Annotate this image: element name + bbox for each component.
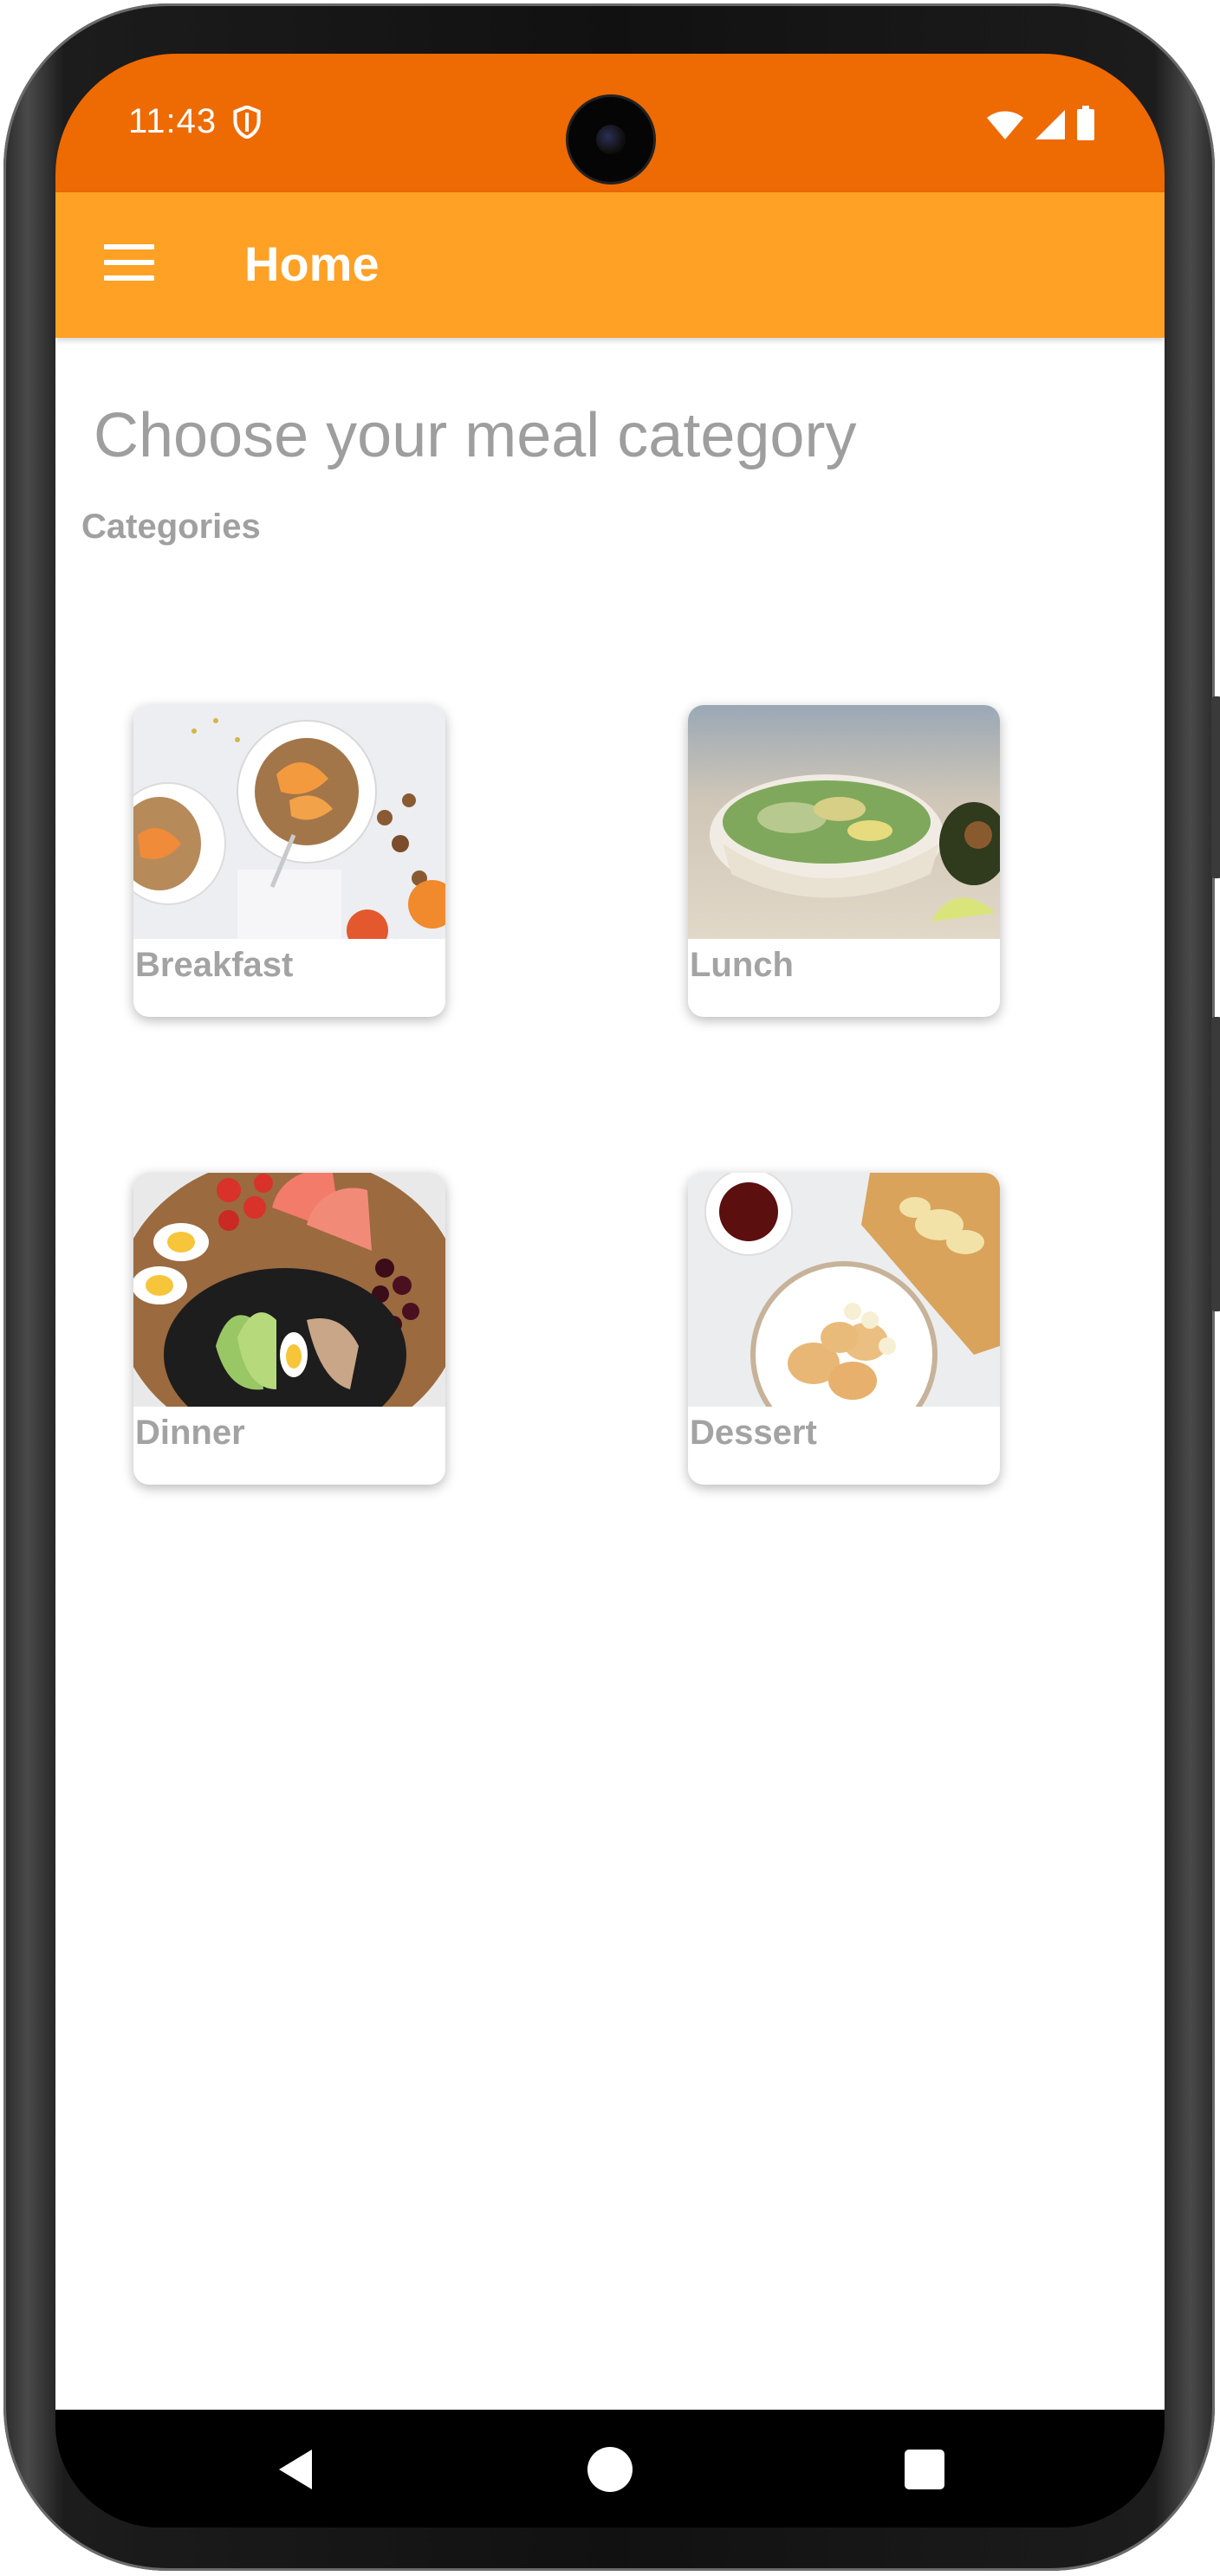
category-label: Dinner	[135, 1414, 245, 1452]
breakfast-bowls-photo	[133, 705, 445, 939]
pancakes-banana-photo	[688, 1173, 1000, 1407]
main-content: Choose your meal category Categories Bre…	[55, 338, 1165, 2527]
category-card-breakfast[interactable]: Breakfast	[133, 705, 445, 1017]
front-camera	[568, 97, 653, 182]
phone-body: 11:43 Home Choose your meal category Cat…	[3, 3, 1220, 2571]
category-label: Dessert	[690, 1414, 817, 1452]
volume-button	[1211, 1017, 1220, 1311]
category-label: Lunch	[690, 946, 794, 984]
category-card-lunch[interactable]: Lunch	[688, 705, 1000, 1017]
page-title: Choose your meal category	[94, 401, 857, 470]
app-bar: Home	[55, 192, 1165, 338]
dinner-platter-photo	[133, 1173, 445, 1407]
category-card-dinner[interactable]: Dinner	[133, 1173, 445, 1485]
category-label: Breakfast	[135, 946, 294, 984]
status-icons	[986, 106, 1095, 140]
system-nav-bar	[55, 2410, 1165, 2527]
salad-bowl-avocado-photo	[688, 705, 1000, 939]
shield-icon	[233, 106, 261, 139]
battery-icon	[1077, 106, 1094, 140]
hamburger-menu-icon[interactable]	[104, 244, 154, 281]
recents-icon[interactable]	[896, 2441, 953, 2498]
status-time: 11:43	[128, 102, 217, 140]
status-bar: 11:43	[55, 54, 1165, 192]
power-button	[1211, 696, 1220, 878]
wifi-icon	[987, 111, 1023, 139]
section-label: Categories	[81, 508, 261, 546]
signal-icon	[1035, 110, 1065, 139]
screen: 11:43 Home Choose your meal category Cat…	[55, 54, 1165, 2527]
back-icon[interactable]	[267, 2441, 324, 2498]
category-card-dessert[interactable]: Dessert	[688, 1173, 1000, 1485]
home-icon[interactable]	[581, 2441, 639, 2498]
device-frame: 11:43 Home Choose your meal category Cat…	[0, 0, 1220, 2576]
app-bar-title: Home	[244, 236, 380, 291]
